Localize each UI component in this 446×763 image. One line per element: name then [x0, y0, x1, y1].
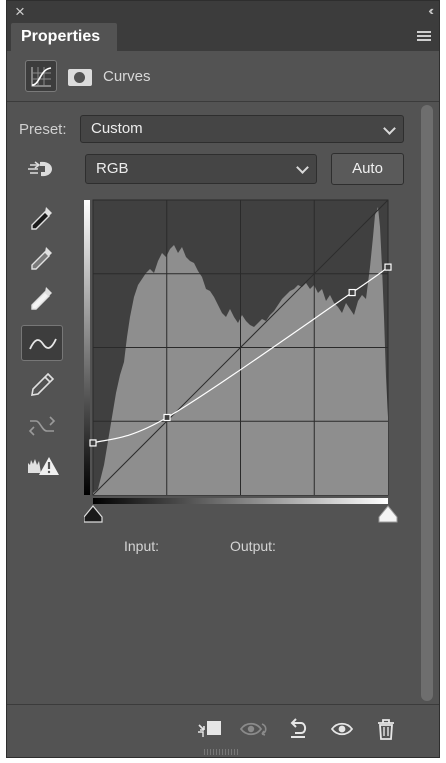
- close-icon[interactable]: ×: [15, 2, 25, 22]
- adjustment-title: Curves: [103, 68, 151, 85]
- bottom-toolbar: [7, 704, 439, 757]
- visibility-eye-icon[interactable]: [329, 717, 357, 741]
- panel-menu-icon[interactable]: [417, 31, 431, 43]
- on-image-adjust-icon[interactable]: [21, 151, 63, 187]
- white-point-eyedropper-icon[interactable]: [21, 281, 63, 317]
- curve-control-point[interactable]: [384, 263, 392, 271]
- clip-to-layer-icon[interactable]: [195, 717, 223, 741]
- properties-panel: × ‹‹ Properties Curves Preset: Custom RG…: [6, 0, 440, 758]
- pencil-icon[interactable]: [21, 367, 63, 403]
- tab-properties[interactable]: Properties: [11, 23, 117, 51]
- preset-dropdown[interactable]: Custom: [80, 115, 404, 143]
- adjustment-header: Curves: [7, 51, 439, 102]
- layer-mask-icon[interactable]: [65, 60, 97, 92]
- output-label: Output:: [230, 538, 276, 554]
- output-gradient-bar: [84, 200, 90, 495]
- reset-icon[interactable]: [285, 717, 313, 741]
- smooth-curve-icon[interactable]: [21, 407, 63, 443]
- curve-control-point[interactable]: [163, 413, 171, 422]
- black-point-slider: [84, 505, 103, 523]
- panel-titlebar: × ‹‹: [7, 1, 439, 23]
- white-point-slider: [378, 505, 398, 523]
- view-previous-state-icon[interactable]: [239, 717, 267, 741]
- channel-dropdown[interactable]: RGB: [85, 154, 317, 184]
- preset-value: Custom: [91, 120, 143, 137]
- channel-value: RGB: [96, 160, 129, 177]
- curve-points-icon[interactable]: [21, 325, 63, 361]
- gray-point-eyedropper-icon[interactable]: [21, 241, 63, 277]
- collapse-icon[interactable]: ‹‹: [428, 3, 433, 18]
- input-gradient-bar: [93, 498, 388, 504]
- curves-graph[interactable]: [84, 197, 402, 529]
- curves-adjustment-icon[interactable]: [25, 60, 57, 92]
- black-point-eyedropper-icon[interactable]: [21, 201, 63, 237]
- preset-label: Preset:: [19, 121, 67, 138]
- clipping-warning-icon[interactable]: [21, 449, 63, 485]
- chevron-down-icon: [296, 161, 309, 174]
- auto-button[interactable]: Auto: [331, 153, 404, 185]
- scrollbar[interactable]: [421, 105, 433, 701]
- resize-grip[interactable]: [204, 749, 240, 755]
- input-label: Input:: [124, 538, 160, 554]
- curve-control-point[interactable]: [89, 439, 97, 447]
- curve-control-point[interactable]: [348, 288, 356, 297]
- tab-row: Properties: [7, 23, 439, 51]
- delete-trash-icon[interactable]: [373, 717, 401, 741]
- chevron-down-icon: [383, 122, 396, 135]
